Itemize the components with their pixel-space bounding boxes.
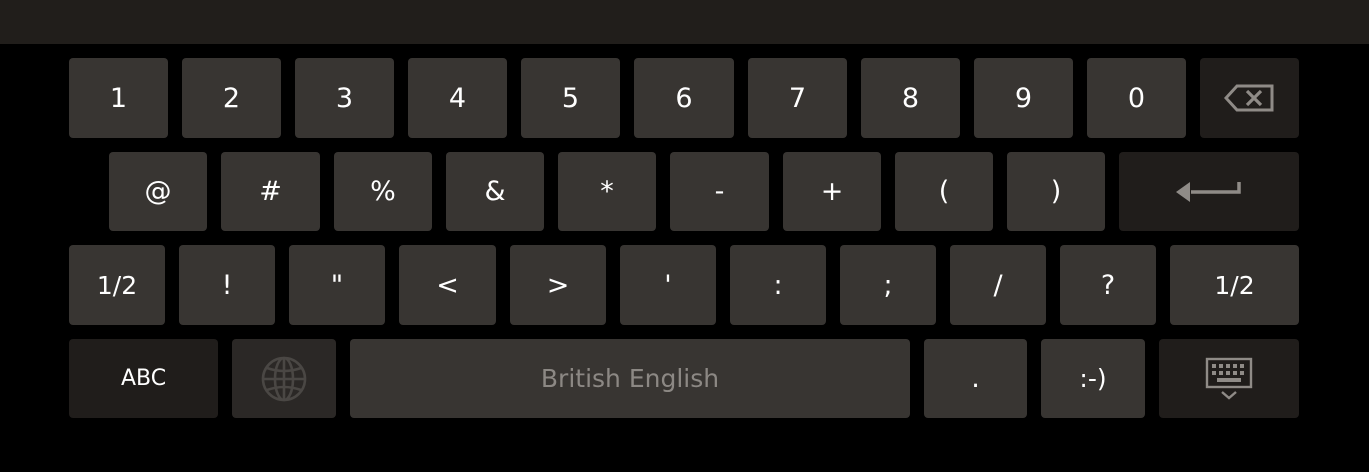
key-ampersand[interactable]: &: [446, 152, 544, 231]
key-less-than[interactable]: <: [399, 245, 496, 325]
key-digit-9[interactable]: 9: [974, 58, 1073, 138]
key-label: 3: [335, 82, 354, 114]
key-asterisk[interactable]: *: [558, 152, 656, 231]
key-label: %: [370, 176, 396, 207]
key-label: 6: [675, 82, 693, 114]
key-label: 4: [448, 82, 467, 114]
top-bar: [0, 0, 1369, 44]
space-bar-label: British English: [540, 364, 720, 393]
key-greater-than[interactable]: >: [510, 245, 606, 325]
key-digit-0[interactable]: 0: [1087, 58, 1186, 138]
key-period[interactable]: .: [924, 339, 1027, 418]
key-label: 8: [901, 82, 920, 114]
key-at[interactable]: @: [109, 152, 207, 231]
key-digit-3[interactable]: 3: [295, 58, 394, 138]
key-exclamation[interactable]: !: [179, 245, 275, 325]
virtual-keyboard: 1 2 3 4 5 6 7 8 9 0 @ # % & * - + ( ) 1/…: [0, 44, 1369, 472]
key-plus[interactable]: +: [783, 152, 881, 231]
key-label: 7: [788, 82, 807, 114]
key-label: 1/2: [96, 270, 138, 300]
key-label: @: [144, 176, 172, 207]
key-label: ): [1050, 176, 1062, 207]
key-label: ;: [883, 269, 893, 301]
key-digit-7[interactable]: 7: [748, 58, 847, 138]
key-slash[interactable]: /: [950, 245, 1046, 325]
hide-keyboard-key[interactable]: [1159, 339, 1299, 418]
space-bar[interactable]: British English: [350, 339, 910, 418]
key-label: ABC: [120, 366, 167, 391]
language-key[interactable]: [232, 339, 336, 418]
key-page-toggle-left[interactable]: 1/2: [69, 245, 165, 325]
abc-mode-key[interactable]: ABC: [69, 339, 218, 418]
key-digit-6[interactable]: 6: [634, 58, 734, 138]
key-label: ": [330, 269, 344, 301]
key-open-paren[interactable]: (: [895, 152, 993, 231]
key-page-toggle-right[interactable]: 1/2: [1170, 245, 1299, 325]
keyboard-hide-icon: [1205, 357, 1253, 401]
key-label: 1: [109, 82, 128, 114]
key-hash[interactable]: #: [221, 152, 320, 231]
key-digit-2[interactable]: 2: [182, 58, 281, 138]
key-digit-5[interactable]: 5: [521, 58, 620, 138]
key-semicolon[interactable]: ;: [840, 245, 936, 325]
key-digit-8[interactable]: 8: [861, 58, 960, 138]
key-close-paren[interactable]: ): [1007, 152, 1105, 231]
key-smiley[interactable]: :-): [1041, 339, 1145, 418]
backspace-icon: [1223, 83, 1276, 113]
key-label: 0: [1127, 82, 1146, 114]
key-label: .: [971, 363, 980, 394]
key-label: /: [993, 269, 1003, 301]
key-label: 5: [561, 82, 580, 114]
enter-key[interactable]: [1119, 152, 1299, 231]
key-digit-4[interactable]: 4: [408, 58, 507, 138]
key-label: -: [714, 176, 725, 207]
key-label: +: [820, 176, 844, 207]
key-label: ?: [1100, 269, 1116, 301]
key-label: #: [259, 176, 282, 207]
key-question[interactable]: ?: [1060, 245, 1156, 325]
key-label: *: [600, 176, 614, 207]
key-label: &: [484, 176, 506, 207]
key-apostrophe[interactable]: ': [620, 245, 716, 325]
key-label: 2: [222, 82, 241, 114]
globe-icon: [259, 354, 309, 404]
key-label: 1/2: [1214, 270, 1255, 300]
key-label: <: [436, 269, 459, 301]
key-colon[interactable]: :: [730, 245, 826, 325]
key-digit-1[interactable]: 1: [69, 58, 168, 138]
key-label: 9: [1014, 82, 1033, 114]
key-percent[interactable]: %: [334, 152, 432, 231]
key-label: :: [773, 269, 783, 301]
key-label: (: [938, 176, 950, 207]
key-minus[interactable]: -: [670, 152, 769, 231]
enter-arrow-icon: [1173, 177, 1245, 207]
key-double-quote[interactable]: ": [289, 245, 385, 325]
backspace-key[interactable]: [1200, 58, 1299, 138]
key-label: !: [221, 269, 233, 301]
key-label: ': [664, 269, 672, 301]
key-label: :-): [1079, 364, 1107, 393]
key-label: >: [546, 269, 570, 301]
